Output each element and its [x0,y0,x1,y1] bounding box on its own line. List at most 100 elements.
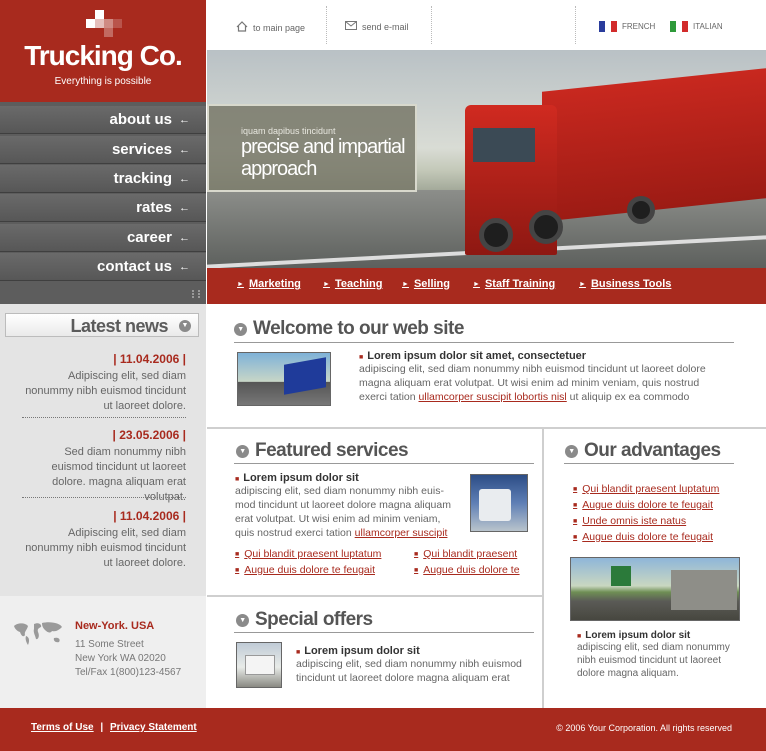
advantages-link-4[interactable]: ■ Augue duis dolore te feugait [573,531,713,543]
subnav-business-tools[interactable]: ► Business Tools [579,278,671,290]
bullet-icon: ■ [414,566,419,574]
featured-heading: ■ Lorem ipsum dolor sit [235,472,359,484]
nav-item-about-us[interactable]: about us ← [0,106,206,134]
main-nav: about us ← services ← tracking ← rates ← car… [0,102,206,304]
bullet-arrow-icon: ► [237,280,244,288]
special-title: ▼ Special offers [236,609,373,631]
italian-flag-icon [670,21,688,32]
nav-item-contact-us[interactable]: contact us ← [0,253,206,281]
news-text: Sed diam nonummy nibh euismod tincidunt … [51,446,186,503]
address-street: 11 Some Street [75,639,144,650]
advantages-link-1[interactable]: ■ Qui blandit praesent luptatum [573,483,719,495]
divider [234,632,534,633]
special-paragraph: adipiscing elit, sed diam nonummy nibh e… [296,658,522,684]
bullet-icon: ■ [573,501,578,509]
divider [431,6,432,44]
lang-french-link[interactable]: FRENCH [599,21,655,32]
subnav-staff-training[interactable]: ► Staff Training [473,278,555,290]
footer-separator: | [100,722,104,733]
news-date: | 11.04.2006 | [113,509,186,523]
advantages-title: ▼ Our advantages [565,440,721,462]
home-link[interactable]: to main page [236,21,305,34]
featured-truck-image [470,474,528,532]
home-link-label: to main page [253,22,306,33]
logo-tagline: Everything is possible [54,76,152,87]
contact-address: New-York. USA 11 Some Street New York WA… [0,596,206,708]
lang-french-label: FRENCH [622,22,656,31]
arrow-left-icon: ← [179,114,190,126]
email-link[interactable]: send e-mail [345,21,409,32]
arrow-left-icon: ← [179,232,190,244]
welcome-heading: ■ Lorem ipsum dolor sit amet, consectetue… [359,350,587,362]
french-flag-icon [599,21,617,32]
subnav-marketing[interactable]: ► Marketing [237,278,301,290]
nav-item-career[interactable]: career ← [0,224,206,252]
email-link-label: send e-mail [362,21,409,32]
bullet-icon: ■ [573,517,578,525]
nav-item-services[interactable]: services ← [0,136,206,164]
bullet-icon: ■ [573,533,578,541]
address-phone: Tel/Fax 1(800)123-4567 [75,667,182,678]
logo[interactable]: Trucking Co. Everything is possible [0,0,206,102]
truck-trailer-image [542,68,766,222]
welcome-link[interactable]: ullamcorper suscipit lobortis nisl [419,391,567,403]
latest-news-title: Latest news [70,316,168,336]
featured-text-block: ■ Lorem ipsum dolor sit adipiscing elit, … [235,472,461,540]
latest-news-header: Latest news ▼ [5,313,199,337]
divider [326,6,327,44]
divider [207,427,766,429]
chevron-down-icon: ▼ [234,322,247,336]
logo-squares-icon [86,10,126,38]
news-item[interactable]: | 23.05.2006 | Sed diam nonummy nibh eui… [20,428,186,505]
lang-italian-link[interactable]: ITALIAN [670,21,723,32]
bullet-arrow-icon: ► [402,280,409,288]
bullet-arrow-icon: ► [473,280,480,288]
lang-italian-label: ITALIAN [693,22,723,31]
featured-link[interactable]: ullamcorper suscipit [355,527,448,539]
divider [575,6,576,44]
bullet-icon: ■ [573,485,578,493]
bullet-icon: ■ [414,550,419,558]
news-item[interactable]: | 11.04.2006 | Adipiscing elit, sed diam… [20,352,186,414]
chevron-down-icon[interactable]: ▼ [179,320,191,332]
divider [542,429,544,708]
welcome-text-block: ■ Lorem ipsum dolor sit amet, consectetue… [359,350,719,404]
copyright: © 2006 Your Corporation. All rights rese… [556,723,732,733]
advantages-link-2[interactable]: ■ Augue duis dolore te feugait [573,499,713,511]
address-lines: 11 Some Street New York WA 02020 Tel/Fax… [75,638,181,680]
latest-news: Latest news ▼ | 11.04.2006 | Adipiscing … [0,304,206,596]
advantages-link-3[interactable]: ■ Unde omnis iste natus [573,515,686,527]
terms-link[interactable]: Terms of Use [31,722,94,733]
subnav-teaching[interactable]: ► Teaching [323,278,382,290]
address-city: New-York. USA [75,620,155,632]
advantages-paragraph: adipiscing elit, sed diam nonummy nibh e… [577,642,730,679]
home-icon [236,21,248,34]
nav-item-tracking[interactable]: tracking ← [0,165,206,193]
divider [22,417,186,418]
divider [234,342,734,343]
featured-paragraph: adipiscing elit, sed diam nonummy nibh e… [235,485,451,539]
arrow-left-icon: ← [179,261,190,273]
bullet-icon: ■ [235,566,240,574]
news-item[interactable]: | 11.04.2006 | Adipiscing elit, sed diam… [20,509,186,571]
grip-icon [192,290,200,298]
featured-link-1[interactable]: ■ Qui blandit praesent luptatum [235,548,381,560]
advantages-heading: ■ Lorem ipsum dolor sit [577,630,691,641]
featured-link-2[interactable]: ■ Qui blandit praesent [414,548,517,560]
divider [22,497,186,498]
welcome-truck-image [237,352,331,406]
sub-nav: ► Marketing ► Teaching ► Selling ► Staff Tra… [207,268,766,304]
hero-caption-small: iquam dapibus tincidunt [241,126,336,136]
featured-link-3[interactable]: ■ Augue duis dolore te feugait [235,564,375,576]
news-date: | 23.05.2006 | [112,428,186,442]
featured-link-4[interactable]: ■ Augue duis dolore te [414,564,520,576]
envelope-icon [345,21,357,32]
privacy-link[interactable]: Privacy Statement [110,722,197,733]
top-bar: to main page send e-mail FRENCH ITALIAN [206,0,766,50]
arrow-left-icon: ← [179,144,190,156]
arrow-left-icon: ← [179,202,190,214]
divider [564,463,734,464]
subnav-selling[interactable]: ► Selling [402,278,450,290]
hero-caption: iquam dapibus tincidunt precise and impa… [207,104,417,192]
nav-item-rates[interactable]: rates ← [0,194,206,222]
